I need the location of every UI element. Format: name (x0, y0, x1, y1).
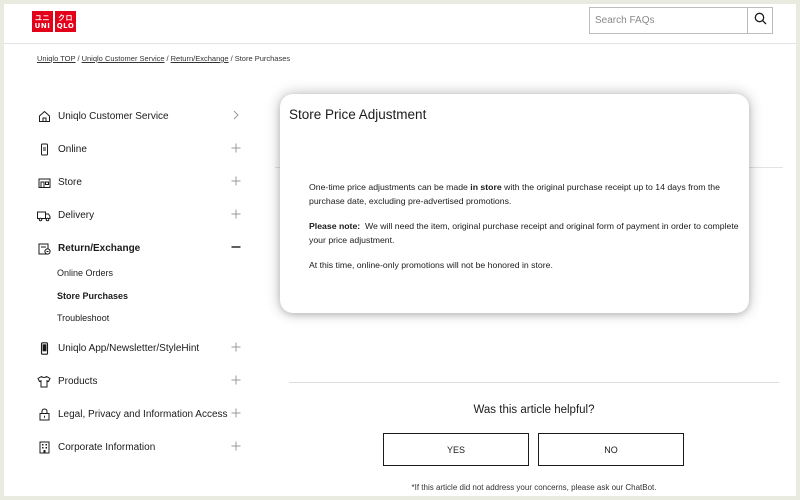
sidebar-item-label: Return/Exchange (58, 243, 141, 254)
chatbot-note: *If this article did not address your co… (411, 483, 657, 492)
plus-icon (231, 209, 241, 219)
sidebar-item-delivery[interactable]: Delivery (37, 199, 247, 232)
sidebar-item-label: Legal, Privacy and Information Access (58, 408, 228, 420)
breadcrumb-current: Store Purchases (234, 54, 291, 63)
breadcrumb: Uniqlo TOP / Uniqlo Customer Service / Retur… (37, 54, 291, 63)
plus-icon (231, 342, 241, 352)
logo-block-top: ユニ UNI (32, 11, 53, 32)
plus-icon (231, 408, 241, 418)
search-button[interactable] (747, 8, 772, 33)
uniqlo-logo[interactable]: ユニ UNI クロ QLO (32, 11, 76, 32)
sidebar-item-label: Uniqlo App/Newsletter/StyleHint (58, 342, 200, 354)
mobile-icon (37, 143, 51, 157)
sidebar-item-customer-service[interactable]: Uniqlo Customer Service (37, 100, 247, 133)
search-icon (754, 12, 767, 30)
chevron-right-icon (231, 110, 241, 120)
sidebar-item-store[interactable]: Store (37, 166, 247, 199)
sidebar-item-return-exchange[interactable]: Return/Exchange (37, 232, 247, 265)
home-icon (37, 110, 51, 124)
sidebar-nav: Uniqlo Customer Service Online Store Del… (37, 100, 247, 464)
sidebar-item-label: Corporate Information (58, 441, 156, 453)
subnav-item-troubleshoot[interactable]: Troubleshoot (57, 307, 247, 330)
site-header: ユニ UNI クロ QLO (4, 4, 796, 44)
article-body: One-time price adjustments can be made i… (309, 181, 749, 285)
sidebar-item-app-newsletter[interactable]: Uniqlo App/Newsletter/StyleHint (37, 332, 247, 365)
sidebar-item-label: Uniqlo Customer Service (58, 111, 169, 122)
breadcrumb-customer-service[interactable]: Uniqlo Customer Service (82, 54, 165, 63)
breadcrumb-uniqlo-top[interactable]: Uniqlo TOP (37, 54, 76, 63)
plus-icon (231, 176, 241, 186)
logo-text-en-top: UNI (34, 21, 51, 30)
sidebar-item-products[interactable]: Products (37, 365, 247, 398)
article-paragraph: At this time, online-only promotions wil… (309, 260, 553, 270)
shirt-icon (37, 374, 51, 388)
store-icon (37, 176, 51, 190)
sidebar-item-label: Store (58, 177, 82, 188)
logo-block-bottom: クロ QLO (55, 11, 76, 32)
helpful-question: Was this article helpful? (473, 404, 595, 416)
search-input[interactable] (590, 8, 747, 33)
plus-icon (231, 375, 241, 385)
truck-icon (37, 209, 51, 223)
no-button[interactable]: NO (538, 433, 684, 466)
minus-icon (231, 242, 241, 252)
article-card: Store Price Adjustment One-time price ad… (280, 94, 749, 313)
sidebar-item-corporate[interactable]: Corporate Information (37, 431, 247, 464)
return-icon (37, 242, 51, 256)
feedback-divider (289, 382, 779, 383)
sidebar-item-online[interactable]: Online (37, 133, 247, 166)
subnav-item-store-purchases[interactable]: Store Purchases (57, 285, 247, 308)
sidebar-item-label: Products (58, 375, 98, 387)
return-exchange-subnav: Online Orders Store Purchases Troublesho… (37, 262, 247, 330)
sidebar-item-label: Online (58, 144, 87, 155)
logo-text-jp-top: ユニ (35, 13, 50, 22)
article-paragraph: One-time price adjustments can be made i… (309, 182, 720, 206)
logo-text-jp-bottom: クロ (58, 13, 73, 22)
faq-search (589, 7, 773, 34)
building-icon (37, 440, 51, 454)
yes-button[interactable]: YES (383, 433, 529, 466)
logo-text-en-bottom: QLO (56, 21, 75, 30)
plus-icon (231, 441, 241, 451)
article-title: Store Price Adjustment (289, 107, 427, 122)
subnav-item-online-orders[interactable]: Online Orders (57, 262, 247, 285)
sidebar-item-label: Delivery (58, 210, 95, 221)
plus-icon (231, 143, 241, 153)
lock-icon (37, 407, 51, 421)
breadcrumb-return-exchange[interactable]: Return/Exchange (171, 54, 229, 63)
page: ユニ UNI クロ QLO Uniqlo TOP/Uniqlo Customer… (4, 4, 796, 496)
phone-icon (37, 341, 51, 355)
article-paragraph: Please note: We will need the item, orig… (309, 221, 742, 245)
sidebar-item-legal-privacy[interactable]: Legal, Privacy and Information Access (37, 398, 247, 431)
